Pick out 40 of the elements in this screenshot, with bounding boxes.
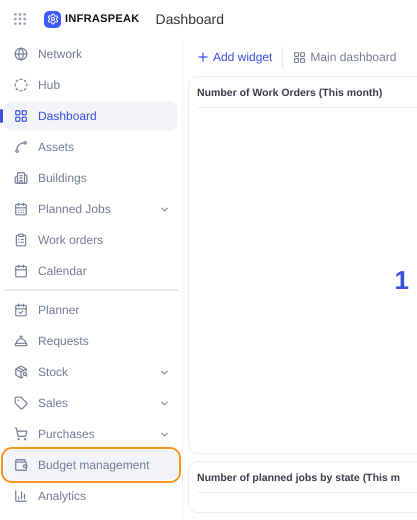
clipboard-icon bbox=[14, 233, 28, 247]
sidebar-item[interactable]: Stock bbox=[4, 357, 178, 387]
sidebar-item[interactable]: Analytics bbox=[4, 481, 178, 511]
brand-name: INFRASPEAK bbox=[65, 13, 140, 25]
sidebar-item[interactable]: Buildings bbox=[4, 163, 178, 193]
sidebar-item[interactable]: Sales bbox=[4, 388, 178, 418]
sidebar-item[interactable]: Assets bbox=[4, 132, 178, 162]
grid-icon bbox=[293, 50, 306, 64]
squiggle-icon bbox=[14, 140, 28, 154]
globe-icon bbox=[14, 47, 28, 61]
widget-value: 1 bbox=[394, 265, 409, 296]
building-icon bbox=[14, 171, 28, 185]
sidebar-item[interactable]: Planned Jobs bbox=[4, 194, 178, 224]
cart-icon bbox=[14, 427, 28, 441]
dashed-circle-icon bbox=[14, 78, 28, 92]
grid-icon bbox=[14, 109, 28, 123]
sidebar-item[interactable]: Network bbox=[4, 39, 178, 69]
wallet-icon bbox=[14, 458, 28, 472]
dashboard-select[interactable]: Main dashboard bbox=[293, 50, 396, 64]
tag-icon bbox=[14, 396, 28, 410]
sidebar-item[interactable]: Calendar bbox=[4, 256, 178, 286]
logo-icon bbox=[44, 10, 61, 28]
active-indicator bbox=[0, 109, 3, 123]
widget-title: Number of planned jobs by state (This m bbox=[197, 472, 417, 493]
apps-menu-icon[interactable] bbox=[12, 11, 28, 27]
service-bell-icon bbox=[14, 334, 28, 348]
plus-icon bbox=[196, 50, 210, 64]
page-title: Dashboard bbox=[156, 11, 224, 27]
calendar-icon bbox=[14, 202, 28, 216]
sidebar-item[interactable]: Purchases bbox=[4, 419, 178, 449]
sidebar-item[interactable]: Planner bbox=[4, 295, 178, 325]
sidebar-item[interactable]: Budget management bbox=[4, 450, 178, 480]
widget-title: Number of Work Orders (This month) bbox=[197, 87, 417, 108]
sidebar-item[interactable]: Requests bbox=[4, 326, 178, 356]
sidebar-item[interactable]: Work orders bbox=[4, 225, 178, 255]
add-widget-button[interactable]: Add widget bbox=[196, 50, 272, 64]
package-icon bbox=[14, 365, 28, 379]
calendar-icon bbox=[14, 264, 28, 278]
sidebar-item[interactable]: Hub bbox=[4, 70, 178, 100]
bar-chart-icon bbox=[14, 489, 28, 503]
